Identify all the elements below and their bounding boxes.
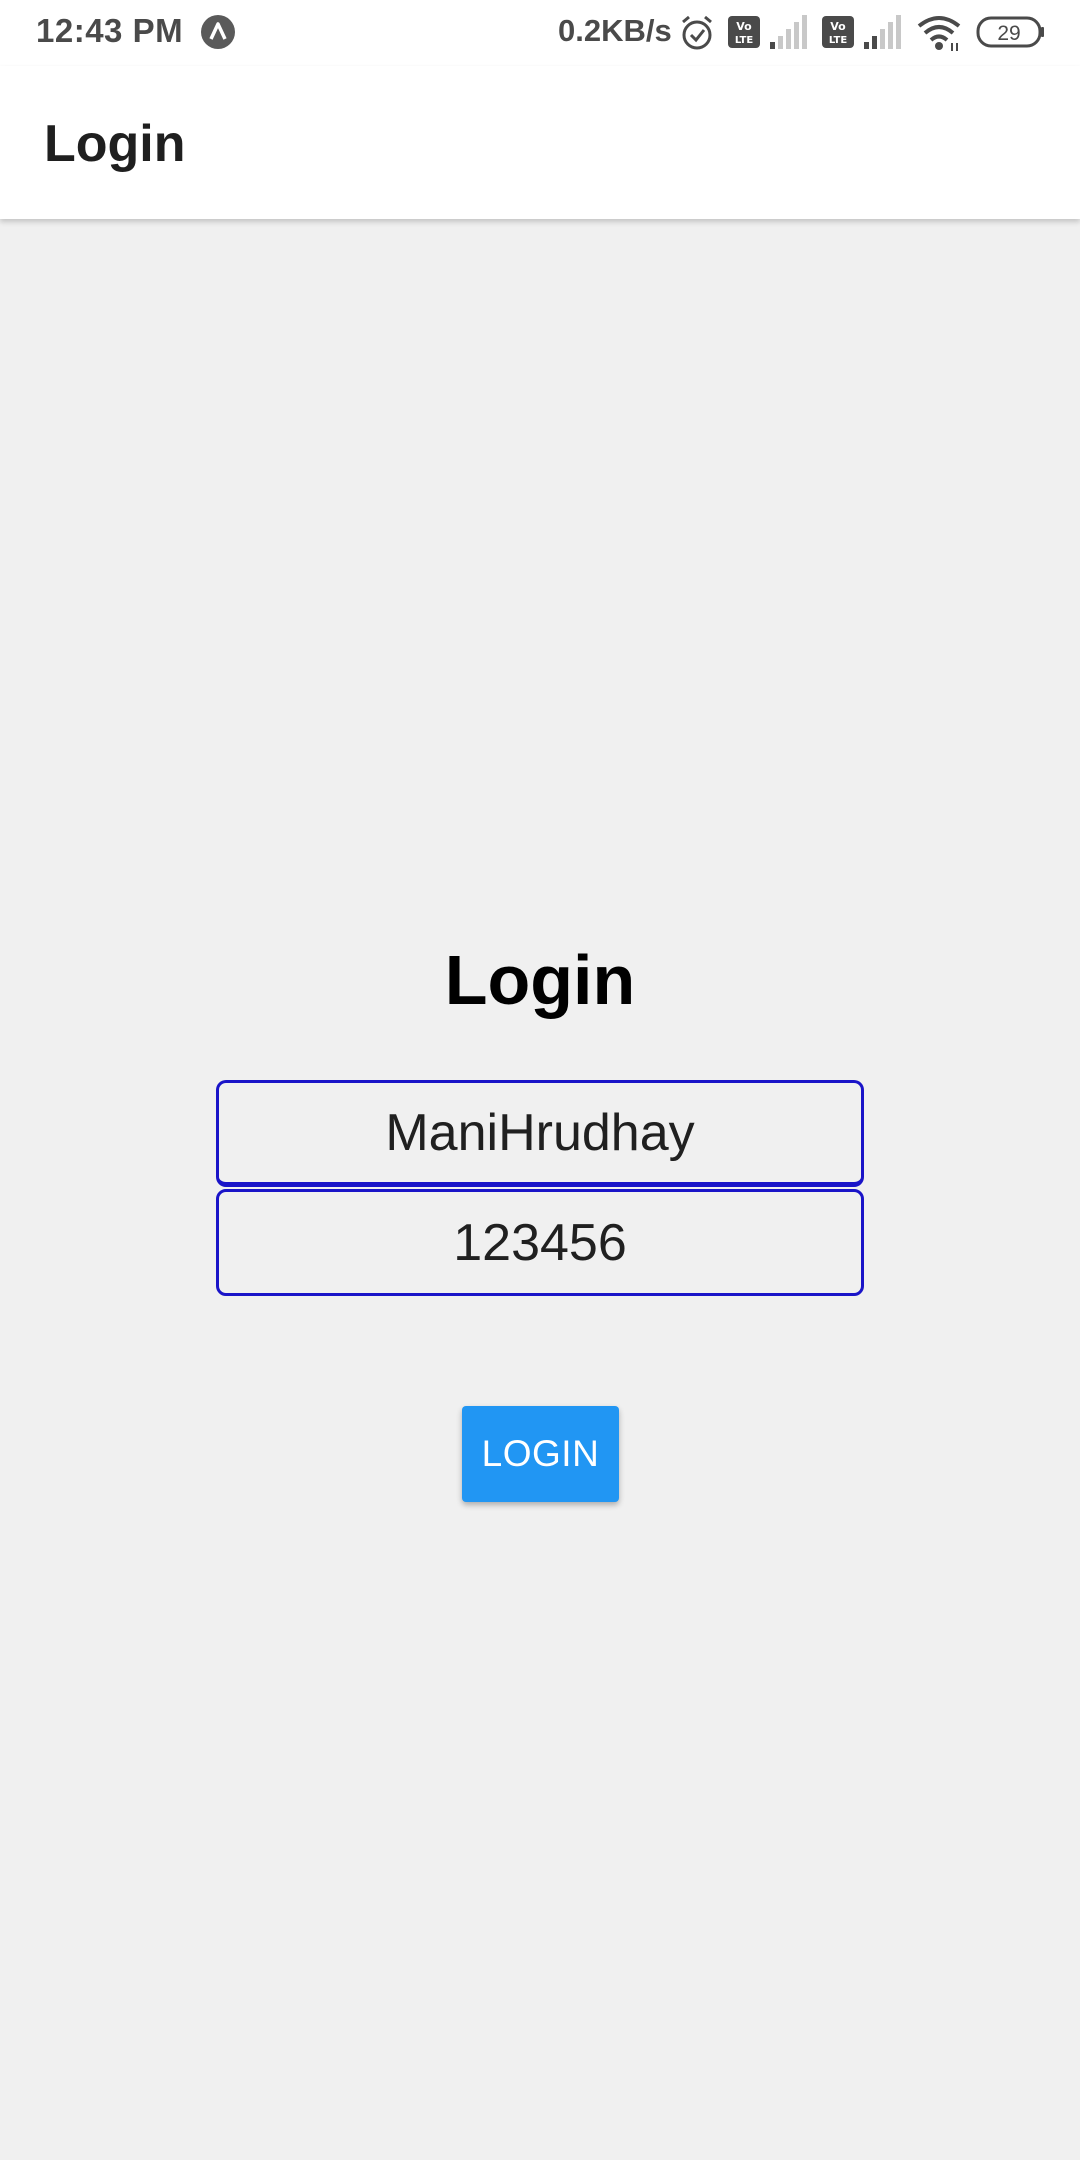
svg-text:Vo: Vo [736, 20, 752, 33]
password-field[interactable] [216, 1189, 864, 1296]
svg-text:LTE: LTE [735, 35, 754, 46]
app-bar: Login [0, 66, 1080, 219]
battery-icon: 29 [976, 16, 1044, 48]
status-bar: 12:43 PM 0.2KB/s Vo LTE Vo LTE 29 [0, 0, 1080, 66]
notification-icon [201, 15, 235, 49]
network-speed: 0.2KB/s [558, 13, 672, 48]
battery-level: 29 [997, 22, 1020, 45]
username-field[interactable] [216, 1080, 864, 1187]
login-heading: Login [444, 941, 636, 1019]
login-button[interactable]: LOGIN [462, 1406, 619, 1502]
svg-text:Vo: Vo [830, 20, 846, 33]
status-time: 12:43 PM [36, 12, 184, 49]
signal-icon [864, 15, 901, 49]
app-bar-title: Login [44, 115, 186, 173]
alarm-icon [682, 15, 712, 50]
signal-icon [770, 15, 807, 49]
wifi-icon [917, 16, 961, 51]
volte-icon: Vo LTE [822, 16, 854, 48]
svg-text:LTE: LTE [829, 35, 848, 46]
volte-icon: Vo LTE [728, 16, 760, 48]
